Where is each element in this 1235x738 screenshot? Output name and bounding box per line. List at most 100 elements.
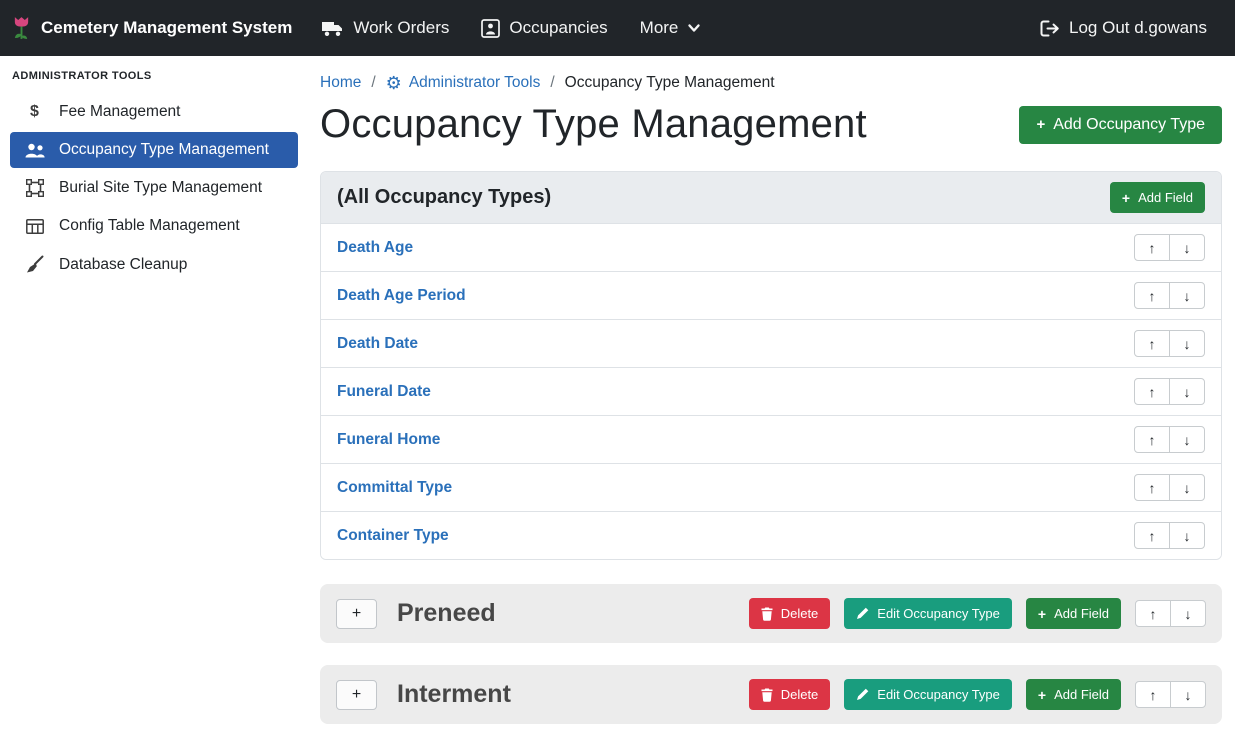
page-title: Occupancy Type Management	[320, 102, 867, 147]
breadcrumb-separator: /	[550, 74, 554, 92]
logout-icon	[1040, 20, 1060, 37]
page-layout: ADMINISTRATOR TOOLS $ Fee Management Occ…	[0, 56, 1235, 738]
breadcrumb-home-label: Home	[320, 74, 361, 92]
move-down-button[interactable]: ↓	[1169, 378, 1205, 405]
move-down-button[interactable]: ↓	[1169, 330, 1205, 357]
nav-occupancies[interactable]: Occupancies	[465, 18, 623, 38]
sidebar-item-occupancy-type-management[interactable]: Occupancy Type Management	[10, 132, 298, 168]
field-row: Death Age ↑ ↓	[321, 223, 1221, 271]
app-brand[interactable]: Cemetery Management System	[12, 16, 292, 41]
add-field-button[interactable]: + Add Field	[1026, 679, 1121, 710]
sidebar-item-label: Burial Site Type Management	[59, 179, 262, 197]
nav-more[interactable]: More	[624, 18, 718, 38]
move-down-button[interactable]: ↓	[1169, 234, 1205, 261]
field-row: Death Date ↑ ↓	[321, 319, 1221, 367]
field-row: Container Type ↑ ↓	[321, 511, 1221, 559]
field-link[interactable]: Committal Type	[337, 479, 452, 497]
section-title: Interment	[397, 680, 511, 709]
move-up-button[interactable]: ↑	[1135, 681, 1171, 708]
add-occupancy-type-label: Add Occupancy Type	[1053, 116, 1205, 134]
reorder-group: ↑ ↓	[1134, 234, 1205, 261]
edit-occupancy-type-button[interactable]: Edit Occupancy Type	[844, 598, 1012, 629]
sidebar-item-config-table-management[interactable]: Config Table Management	[10, 208, 298, 244]
field-row: Funeral Date ↑ ↓	[321, 367, 1221, 415]
move-down-button[interactable]: ↓	[1169, 282, 1205, 309]
add-occupancy-type-button[interactable]: + Add Occupancy Type	[1019, 106, 1222, 144]
reorder-group: ↑ ↓	[1135, 600, 1206, 627]
occupancy-type-section-interment: + Interment Delete	[320, 665, 1222, 724]
nav-occupancies-label: Occupancies	[509, 18, 607, 38]
sidebar-heading: ADMINISTRATOR TOOLS	[10, 62, 298, 94]
field-link[interactable]: Funeral Home	[337, 431, 440, 449]
move-up-button[interactable]: ↑	[1134, 378, 1170, 405]
occupancy-type-section-preneed: + Preneed Delete	[320, 584, 1222, 643]
section-actions: Delete Edit Occupancy Type + Add Field ↑	[749, 598, 1206, 629]
move-up-button[interactable]: ↑	[1134, 282, 1170, 309]
broom-icon	[24, 255, 45, 274]
delete-label: Delete	[781, 687, 819, 702]
breadcrumb-home-link[interactable]: Home	[320, 74, 361, 92]
add-field-button[interactable]: + Add Field	[1026, 598, 1121, 629]
expand-button[interactable]: +	[336, 680, 377, 710]
logout-link[interactable]: Log Out d.gowans	[1024, 18, 1223, 38]
trash-icon	[761, 688, 773, 702]
move-up-button[interactable]: ↑	[1134, 426, 1170, 453]
reorder-group: ↑ ↓	[1134, 330, 1205, 357]
sidebar-item-label: Occupancy Type Management	[59, 141, 269, 159]
delete-button[interactable]: Delete	[749, 679, 831, 710]
move-up-button[interactable]: ↑	[1134, 522, 1170, 549]
sidebar-item-label: Config Table Management	[59, 217, 240, 235]
field-link[interactable]: Death Date	[337, 335, 418, 353]
users-icon	[24, 143, 45, 158]
move-down-button[interactable]: ↓	[1170, 681, 1206, 708]
edit-occupancy-type-label: Edit Occupancy Type	[877, 687, 1000, 702]
breadcrumb: Home / ⚙ Administrator Tools / Occupancy…	[320, 74, 1222, 92]
move-up-button[interactable]: ↑	[1134, 330, 1170, 357]
expand-button[interactable]: +	[336, 599, 377, 629]
card-title: (All Occupancy Types)	[337, 186, 551, 209]
move-down-button[interactable]: ↓	[1169, 474, 1205, 501]
sidebar-item-burial-site-type-management[interactable]: Burial Site Type Management	[10, 170, 298, 206]
add-field-label: Add Field	[1054, 687, 1109, 702]
plus-icon: +	[1036, 117, 1045, 132]
nav-work-orders[interactable]: Work Orders	[306, 18, 465, 38]
dollar-icon: $	[24, 103, 45, 121]
flower-logo-icon	[12, 16, 31, 41]
section-title: Preneed	[397, 599, 496, 628]
field-link[interactable]: Death Age Period	[337, 287, 466, 305]
breadcrumb-admin-tools-label: Administrator Tools	[409, 74, 541, 92]
all-occupancy-types-card: (All Occupancy Types) + Add Field Death …	[320, 171, 1222, 560]
field-row: Committal Type ↑ ↓	[321, 463, 1221, 511]
card-header: (All Occupancy Types) + Add Field	[321, 172, 1221, 223]
nav-more-label: More	[640, 18, 679, 38]
sidebar-item-label: Database Cleanup	[59, 256, 187, 274]
move-up-button[interactable]: ↑	[1134, 474, 1170, 501]
plus-icon: +	[1122, 191, 1130, 205]
sidebar-item-database-cleanup[interactable]: Database Cleanup	[10, 246, 298, 283]
move-up-button[interactable]: ↑	[1135, 600, 1171, 627]
move-down-button[interactable]: ↓	[1170, 600, 1206, 627]
sidebar-item-fee-management[interactable]: $ Fee Management	[10, 94, 298, 130]
field-link[interactable]: Death Age	[337, 239, 413, 257]
sidebar-item-label: Fee Management	[59, 103, 181, 121]
move-down-button[interactable]: ↓	[1169, 522, 1205, 549]
vector-square-icon	[24, 179, 45, 197]
app-title: Cemetery Management System	[41, 18, 292, 38]
edit-occupancy-type-button[interactable]: Edit Occupancy Type	[844, 679, 1012, 710]
add-field-button[interactable]: + Add Field	[1110, 182, 1205, 213]
move-down-button[interactable]: ↓	[1169, 426, 1205, 453]
top-navbar: Cemetery Management System Work Orders O…	[0, 0, 1235, 56]
reorder-group: ↑ ↓	[1134, 474, 1205, 501]
plus-icon: +	[1038, 607, 1046, 621]
breadcrumb-current: Occupancy Type Management	[565, 74, 775, 92]
trash-icon	[761, 607, 773, 621]
move-up-button[interactable]: ↑	[1134, 234, 1170, 261]
reorder-group: ↑ ↓	[1134, 378, 1205, 405]
title-row: Occupancy Type Management + Add Occupanc…	[320, 102, 1222, 147]
chevron-down-icon	[687, 21, 701, 35]
field-link[interactable]: Container Type	[337, 527, 449, 545]
field-link[interactable]: Funeral Date	[337, 383, 431, 401]
delete-button[interactable]: Delete	[749, 598, 831, 629]
breadcrumb-admin-tools-link[interactable]: ⚙ Administrator Tools	[386, 74, 541, 92]
breadcrumb-separator: /	[371, 74, 375, 92]
